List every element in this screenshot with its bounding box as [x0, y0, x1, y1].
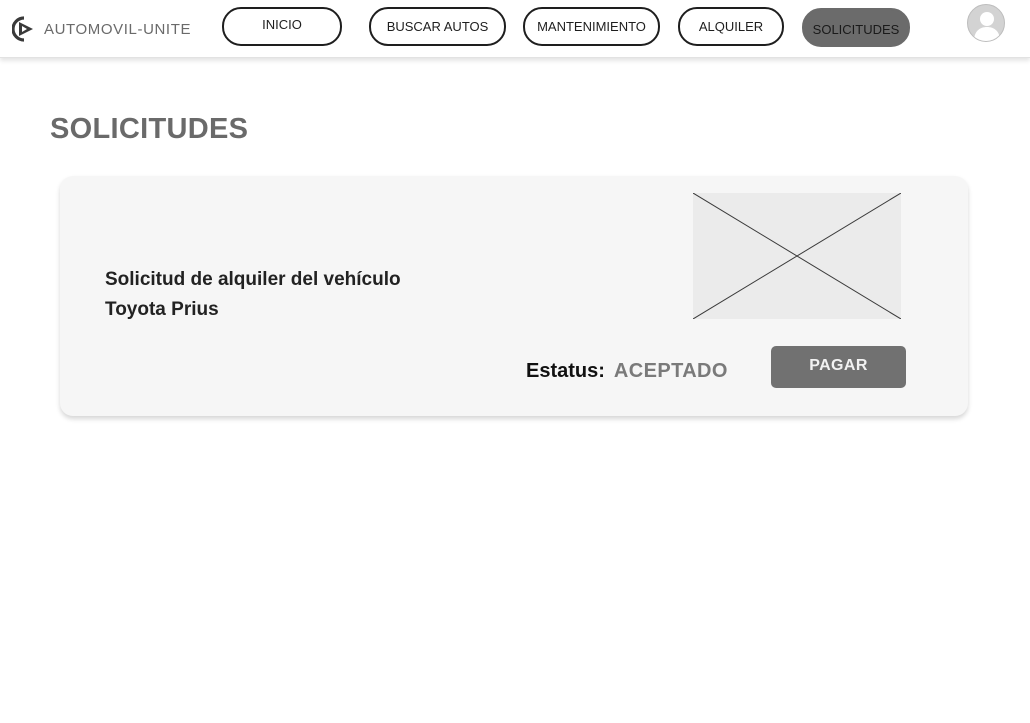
image-placeholder-icon	[692, 192, 902, 320]
nav-solicitudes-button[interactable]: SOLICITUDES	[802, 8, 910, 47]
nav-solicitudes-label: SOLICITUDES	[812, 22, 900, 37]
user-avatar-icon[interactable]	[967, 4, 1005, 42]
brand-name: AUTOMOVIL-UNITE	[44, 20, 192, 38]
user-silhouette-icon	[974, 12, 1000, 41]
pay-button[interactable]: PAGAR	[771, 346, 906, 388]
nav-alquiler-label: ALQUILER	[698, 19, 764, 34]
nav-buscar-autos-label: BUSCAR AUTOS	[386, 19, 489, 34]
nav-inicio-label: INICIO	[262, 17, 302, 32]
request-card: Solicitud de alquiler del vehículo Toyot…	[60, 176, 968, 416]
brand-logo-icon	[12, 16, 33, 42]
nav-alquiler-button[interactable]: ALQUILER	[678, 7, 784, 46]
nav-inicio-button[interactable]: INICIO	[222, 7, 342, 46]
pay-button-label: PAGAR	[809, 356, 868, 374]
page-title: SOLICITUDES	[50, 113, 249, 145]
nav-mantenimiento-label: MANTENIMIENTO	[537, 19, 646, 34]
nav-mantenimiento-button[interactable]: MANTENIMIENTO	[523, 7, 660, 46]
request-status: Estatus: ACEPTADO	[526, 360, 728, 383]
status-label: Estatus:	[526, 360, 605, 382]
status-value: ACEPTADO	[613, 360, 728, 382]
brand[interactable]: AUTOMOVIL-UNITE	[12, 16, 191, 42]
request-title: Solicitud de alquiler del vehículo Toyot…	[105, 269, 401, 320]
nav-buscar-autos-button[interactable]: BUSCAR AUTOS	[369, 7, 506, 46]
top-navbar: AUTOMOVIL-UNITE INICIO BUSCAR AUTOS MANT…	[0, 0, 1030, 58]
